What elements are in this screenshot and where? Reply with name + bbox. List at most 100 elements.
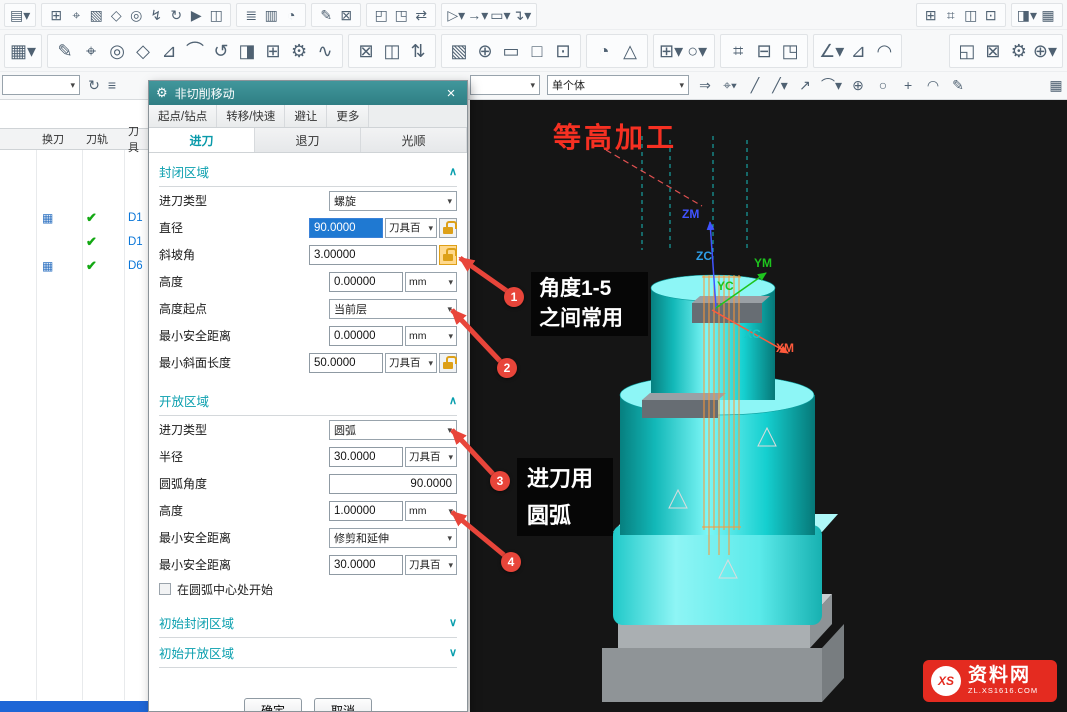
radius-unit-combo[interactable]: 刀具百 (405, 447, 457, 467)
workspace-grid-icon[interactable]: ▦ (1039, 6, 1057, 24)
refresh-icon[interactable]: ↻ (85, 76, 103, 94)
column-header-toolchange[interactable]: 换刀 (36, 131, 82, 147)
arc-angle-input[interactable] (329, 474, 457, 494)
tab-transfer-rapid[interactable]: 转移/快速 (217, 105, 285, 127)
machine-simulation-icon[interactable]: ◫ (207, 6, 225, 24)
bounding-box-icon[interactable]: ▭ (499, 39, 523, 63)
collapse-group-icon[interactable]: ⊟ (752, 39, 776, 63)
min-clearance-closed-unit-combo[interactable]: mm (405, 326, 457, 346)
add-component-icon[interactable]: ⊕ (473, 39, 497, 63)
arc-tool-2-icon[interactable]: ◠ (924, 76, 942, 94)
radius-input[interactable] (329, 447, 403, 467)
trim-body-icon[interactable]: ⊠ (354, 39, 378, 63)
height-open-unit-combo[interactable]: mm (405, 501, 457, 521)
min-ramp-length-lock-button[interactable] (439, 353, 457, 373)
dock-options-icon[interactable]: ◨▾ (1017, 6, 1037, 24)
post-process-icon[interactable]: ▥ (262, 6, 280, 24)
play-options-icon[interactable]: ▷▾ (447, 6, 465, 24)
min-clearance-open-input[interactable] (329, 555, 403, 575)
line-options-icon[interactable]: ╱▾ (771, 76, 789, 94)
hole-feature-icon[interactable]: ◎ (105, 39, 129, 63)
triangle-tool-icon[interactable]: ⊿ (846, 39, 870, 63)
arc-options-icon[interactable]: ⌒▾ (821, 76, 842, 94)
line-tool-icon[interactable]: ╱ (746, 76, 764, 94)
create-tool-icon[interactable]: ⌖ (67, 6, 85, 24)
draft-icon[interactable]: ⊿ (157, 39, 181, 63)
create-method-icon[interactable]: ◇ (107, 6, 125, 24)
diameter-unit-combo[interactable]: 刀具百 (385, 218, 437, 238)
ramp-angle-input[interactable] (309, 245, 437, 265)
full-view-icon[interactable]: ⊡ (982, 6, 1000, 24)
min-ramp-length-input[interactable] (309, 353, 383, 373)
show-hide-icon[interactable]: ◰ (372, 6, 390, 24)
snap-point-options-icon[interactable]: ⌖▾ (721, 76, 739, 94)
measure-angle-icon[interactable]: ◔ (592, 39, 616, 63)
dialog-titlebar[interactable]: ⚙ 非切削移动 × (149, 81, 467, 105)
graphics-viewport[interactable]: ZM ZC YM YC XM XC 等高加工 XS 资料网 ZL.XS1616.… (470, 100, 1067, 712)
subtab-retract[interactable]: 退刀 (255, 128, 361, 152)
layer-settings-icon[interactable]: ◳ (392, 6, 410, 24)
vector-tool-icon[interactable]: ↗ (796, 76, 814, 94)
column-header-tool[interactable]: 刀具 (124, 123, 148, 155)
min-ramp-length-unit-combo[interactable]: 刀具百 (385, 353, 437, 373)
pattern-feature-icon[interactable]: ⊞ (261, 39, 285, 63)
more-features-icon[interactable]: ⊞▾ (659, 39, 683, 63)
close-icon[interactable]: × (442, 84, 460, 102)
shade-view-icon[interactable]: ▧ (447, 39, 471, 63)
view-selector-combo[interactable] (2, 75, 80, 95)
create-program-icon[interactable]: ⊞ (47, 6, 65, 24)
generate-toolpath-icon[interactable]: ↯ (147, 6, 165, 24)
sketch-icon[interactable]: ✎ (53, 39, 77, 63)
window-layout-icon[interactable]: ◳ (778, 39, 802, 63)
step-forward-icon[interactable]: →▾ (467, 6, 488, 24)
application-menu-icon[interactable]: ▤▾ (10, 6, 30, 24)
grid-toggle-icon[interactable]: ⌗ (726, 39, 750, 63)
ok-button[interactable]: 确定 (244, 698, 302, 712)
column-header-toolpath[interactable]: 刀轨 (82, 131, 124, 147)
grid-display-icon[interactable]: ▦ (1047, 76, 1065, 94)
diameter-input[interactable] (309, 218, 383, 238)
min-clearance-closed-input[interactable] (329, 326, 403, 346)
subtab-smoothing[interactable]: 光顺 (361, 128, 467, 152)
close-view-icon[interactable]: ⊠ (981, 39, 1005, 63)
height-closed-unit-combo[interactable]: mm (405, 272, 457, 292)
ramp-angle-lock-button[interactable] (439, 245, 457, 265)
replay-toolpath-icon[interactable]: ↻ (167, 6, 185, 24)
tab-more[interactable]: 更多 (327, 105, 369, 127)
tab-avoidance[interactable]: 避让 (285, 105, 327, 127)
min-clearance-open-unit-combo[interactable]: 刀具百 (405, 555, 457, 575)
chamfer-icon[interactable]: ◇ (131, 39, 155, 63)
point-tool-icon[interactable]: ⊕ (849, 76, 867, 94)
selection-filter-combo[interactable] (470, 75, 540, 95)
selection-scope-combo[interactable]: 单个体 (547, 75, 689, 95)
extrude-icon[interactable]: ◨ (235, 39, 259, 63)
feature-settings-icon[interactable]: ⚙ (287, 39, 311, 63)
apply-icon[interactable]: ⇒ (696, 76, 714, 94)
snap-grid-icon[interactable]: ⌗ (942, 6, 960, 24)
section-header-closed-area[interactable]: 封闭区域 ∧ (159, 157, 457, 187)
create-operation-icon[interactable]: ◎ (127, 6, 145, 24)
curve-icon[interactable]: ∿ (313, 39, 337, 63)
datum-point-icon[interactable]: ⌖ (79, 39, 103, 63)
move-to-layer-icon[interactable]: ⇄ (412, 6, 430, 24)
section-header-initial-closed-area[interactable]: 初始封闭区域 ∨ (159, 608, 457, 638)
engage-type-open-combo[interactable]: 圆弧 (329, 420, 457, 440)
fillet-icon[interactable]: ⌒ (183, 39, 207, 63)
swap-icon[interactable]: ⇅ (406, 39, 430, 63)
tab-start-drill-points[interactable]: 起点/钻点 (149, 105, 217, 127)
engage-type-closed-combo[interactable]: 螺旋 (329, 191, 457, 211)
circle-options-icon[interactable]: ○▾ (685, 39, 709, 63)
settings-icon[interactable]: ⚙ (1007, 39, 1031, 63)
trim-mode-combo[interactable]: 修剪和延伸 (329, 528, 457, 548)
height-from-combo[interactable]: 当前层 (329, 299, 457, 319)
shop-documentation-icon[interactable]: ◔ (282, 6, 300, 24)
diameter-lock-button[interactable] (439, 218, 457, 238)
add-options-icon[interactable]: ⊕▾ (1033, 39, 1057, 63)
window-grid-icon[interactable]: ⊞ (922, 6, 940, 24)
show-wcs-icon[interactable]: □ (525, 39, 549, 63)
section-header-open-area[interactable]: 开放区域 ∧ (159, 386, 457, 416)
angle-tools-icon[interactable]: ∠▾ (819, 39, 844, 63)
arc-tool-icon[interactable]: ◠ (872, 39, 896, 63)
edit-section-icon[interactable]: ⊡ (551, 39, 575, 63)
split-view-icon[interactable]: ◫ (962, 6, 980, 24)
